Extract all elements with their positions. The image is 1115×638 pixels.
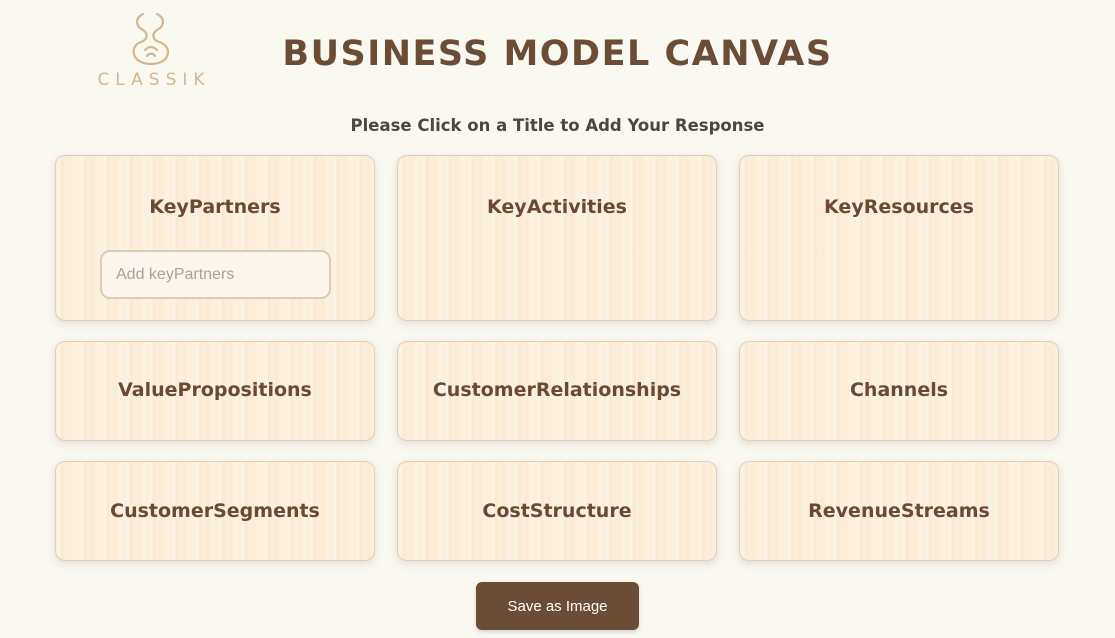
card-cost-structure[interactable]: CostStructure: [397, 461, 717, 561]
card-key-activities[interactable]: KeyActivities: [397, 155, 717, 321]
card-title-cost-structure[interactable]: CostStructure: [398, 500, 716, 522]
card-title-customer-relationships[interactable]: CustomerRelationships: [398, 379, 716, 401]
card-title-key-resources[interactable]: KeyResources: [740, 196, 1058, 218]
card-title-channels[interactable]: Channels: [740, 379, 1058, 401]
save-as-image-button[interactable]: Save as Image: [476, 582, 639, 630]
card-customer-segments[interactable]: CustomerSegments: [55, 461, 375, 561]
card-key-partners[interactable]: KeyPartners: [55, 155, 375, 321]
card-value-propositions[interactable]: ValuePropositions: [55, 341, 375, 441]
card-channels[interactable]: Channels: [739, 341, 1059, 441]
page-title: BUSINESS MODEL CANVAS: [282, 34, 833, 74]
card-title-revenue-streams[interactable]: RevenueStreams: [740, 500, 1058, 522]
key-partners-input[interactable]: [100, 250, 331, 299]
card-key-resources[interactable]: KeyResources: [739, 155, 1059, 321]
card-title-key-activities[interactable]: KeyActivities: [398, 196, 716, 218]
instructions-text: Please Click on a Title to Add Your Resp…: [350, 116, 765, 135]
card-title-customer-segments[interactable]: CustomerSegments: [56, 500, 374, 522]
page: CLASSIK BUSINESS MODEL CANVAS Please Cli…: [0, 0, 1115, 638]
card-revenue-streams[interactable]: RevenueStreams: [739, 461, 1059, 561]
card-title-key-partners[interactable]: KeyPartners: [56, 196, 374, 218]
card-title-value-propositions[interactable]: ValuePropositions: [56, 379, 374, 401]
card-customer-relationships[interactable]: CustomerRelationships: [397, 341, 717, 441]
